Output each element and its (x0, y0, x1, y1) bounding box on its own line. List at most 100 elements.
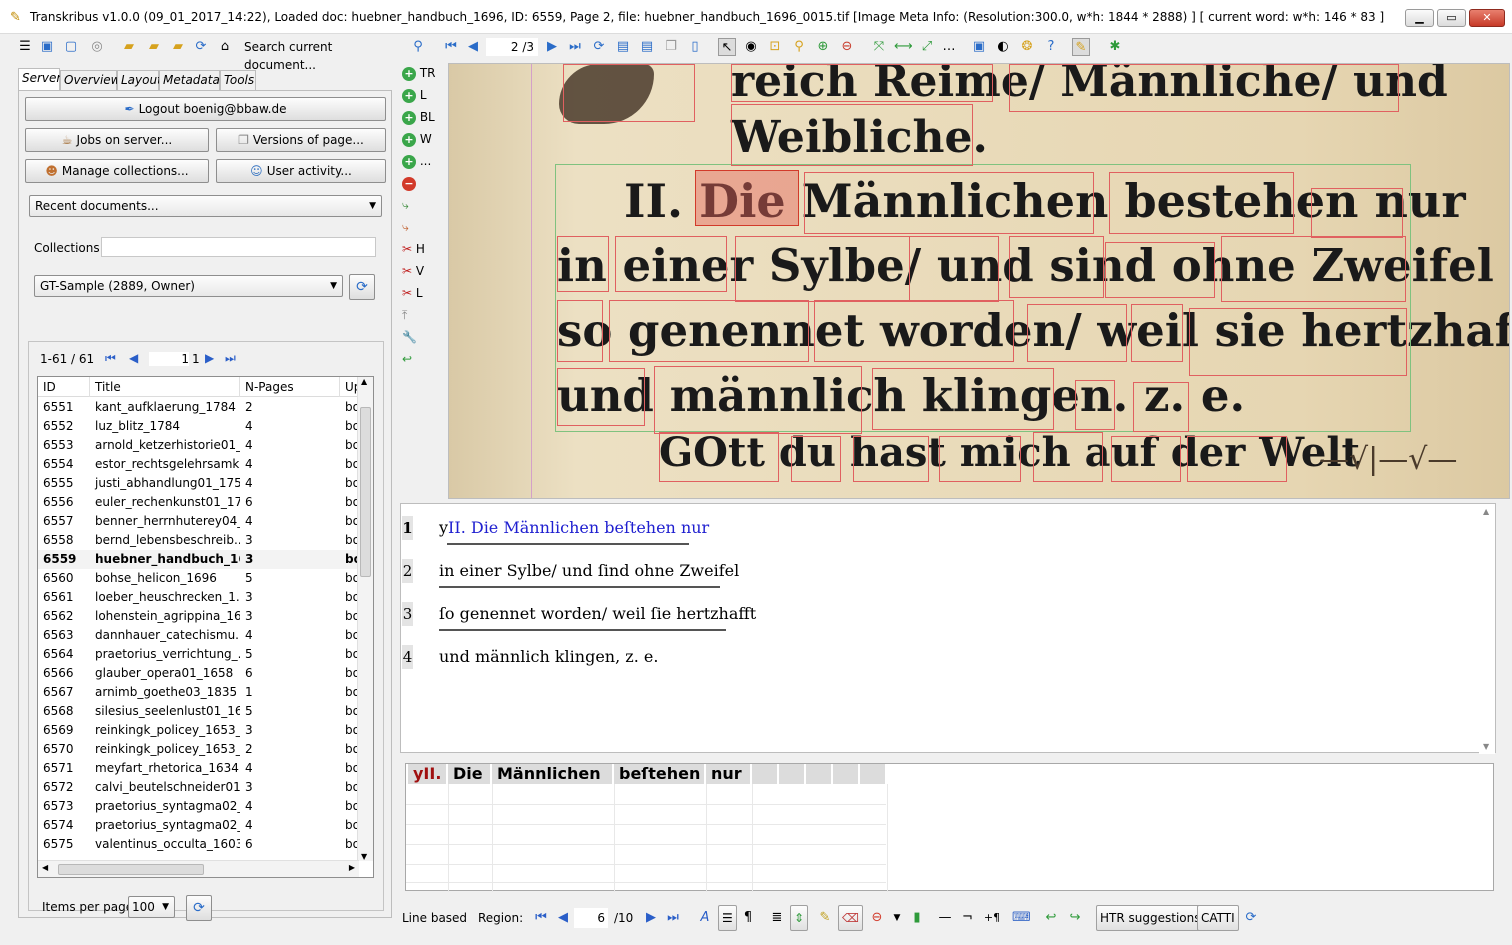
screen-icon[interactable]: ▢ (62, 38, 80, 56)
word-box[interactable] (1109, 172, 1294, 234)
split-line-tool[interactable]: ✂ L (402, 284, 446, 302)
first-page-icon[interactable]: ⏮ (442, 38, 460, 56)
word-box[interactable] (557, 368, 645, 426)
word-box[interactable] (1189, 308, 1407, 376)
table-row[interactable]: 6560 bohse_helicon_1696 5 bo (38, 569, 358, 588)
eraser-toggle[interactable]: ⌫ (838, 905, 863, 931)
merge-tool[interactable]: ⤒ (402, 306, 446, 324)
word-box[interactable] (1131, 304, 1183, 362)
table-row[interactable]: 6552 luz_blitz_1784 4 bo (38, 417, 358, 436)
more-icon[interactable]: … (940, 38, 958, 56)
empty-word-cell[interactable] (779, 764, 806, 784)
align-icon[interactable]: ≣ (770, 907, 784, 929)
undo-tool[interactable]: ↩ (402, 350, 446, 368)
word-box[interactable] (1311, 188, 1403, 238)
table-row[interactable]: 6562 lohenstein_agrippina_16... 3 bo (38, 607, 358, 626)
vertical-move-toggle[interactable]: ⇕ (790, 905, 809, 931)
refresh-documents-button[interactable]: ⟳ (186, 895, 212, 921)
empty-word-cell[interactable] (860, 764, 887, 784)
table-row[interactable]: 6559 huebner_handbuch_16... 3 bo (38, 550, 358, 569)
vertical-scrollbar[interactable]: ▲ ▼ (357, 377, 373, 861)
word-box[interactable] (735, 236, 910, 302)
word-box[interactable] (814, 300, 1014, 362)
last-region-icon[interactable]: ⏭ (666, 907, 680, 929)
table-row[interactable]: 6558 bernd_lebensbeschreib... 3 bo (38, 531, 358, 550)
menu-icon[interactable]: ☰ (16, 38, 34, 56)
selected-word-box[interactable] (695, 170, 799, 226)
edit-icon[interactable]: ✎ (1072, 38, 1090, 56)
contrast-icon[interactable]: ◐ (994, 38, 1012, 56)
search-icon[interactable]: ⚲ (409, 38, 427, 56)
add-text-region-tool[interactable]: + TR (402, 64, 446, 82)
split-horizontal-tool[interactable]: ✂ H (402, 240, 446, 258)
first-region-icon[interactable]: ⏮ (534, 907, 548, 929)
prev-page-icon[interactable]: ◀ (464, 38, 482, 56)
word-box[interactable] (1009, 236, 1104, 298)
word-box[interactable] (1075, 380, 1115, 430)
page-image-viewer[interactable]: reich Reime/ Männliche/ und Weibliche. I… (448, 63, 1510, 499)
table-row[interactable]: 6571 meyfart_rhetorica_1634 4 bo (38, 759, 358, 778)
remove-shape-tool[interactable]: − (402, 174, 446, 192)
fit-page-icon[interactable]: ⤧ (870, 38, 888, 56)
region-number-field[interactable]: 6 (574, 908, 608, 928)
table-row[interactable]: 6573 praetorius_syntagma02_... 4 bo (38, 797, 358, 816)
copy-icon[interactable]: ❐ (662, 38, 680, 56)
tab-tools[interactable]: Tools (220, 70, 256, 90)
transcription-line-2[interactable]: in einer Sylbe/ und ſind ohne Zweifel (439, 561, 739, 580)
horizontal-scrollbar[interactable]: ◀ ▶ (38, 860, 359, 877)
prev-region-icon[interactable]: ◀ (556, 907, 570, 929)
page-number-field[interactable]: 2 /3 (486, 38, 538, 56)
table-row[interactable]: 6568 silesius_seelenlust01_1657 5 bo (38, 702, 358, 721)
zoom-region-icon[interactable]: ⊡ (766, 38, 784, 56)
table-row[interactable]: 6555 justi_abhandlung01_1758 4 bo (38, 474, 358, 493)
word-box[interactable] (804, 172, 1094, 234)
split-vertical-tool[interactable]: ✂ V (402, 262, 446, 280)
add-point-tool[interactable]: ⤷ (402, 196, 446, 214)
word-box[interactable] (731, 64, 993, 102)
table-row[interactable]: 6556 euler_rechenkunst01_17... 6 bo (38, 493, 358, 512)
word-box[interactable] (563, 64, 695, 122)
folder-export-icon[interactable]: ▰ (169, 38, 187, 56)
collections-filter-input[interactable] (101, 237, 376, 257)
prev-page-icon[interactable]: ◀ (129, 351, 138, 365)
word-box[interactable] (1027, 304, 1127, 362)
plus-pilcrow-icon[interactable]: +¶ (982, 907, 1002, 929)
word-box[interactable] (1133, 382, 1189, 432)
scroll-left-icon[interactable]: ◀ (42, 863, 48, 872)
table-row[interactable]: 6572 calvi_beutelschneider01... 3 bo (38, 778, 358, 797)
palette-icon[interactable]: ❂ (1018, 38, 1036, 56)
scroll-right-icon[interactable]: ▶ (349, 863, 355, 872)
eye-icon[interactable]: ◉ (742, 38, 760, 56)
folder-add-icon[interactable]: ▰ (145, 38, 163, 56)
keyboard-icon[interactable]: ⌨ (1012, 907, 1031, 929)
word-box[interactable] (791, 436, 841, 482)
window-icon[interactable]: ▣ (970, 38, 988, 56)
tab-overview[interactable]: Overview (60, 70, 121, 90)
font-icon[interactable]: A (698, 907, 712, 929)
stop-icon[interactable]: ⊖ (870, 907, 884, 929)
jobs-button[interactable]: ☕ Jobs on server... (25, 128, 209, 152)
folder-icon[interactable]: ▰ (120, 38, 138, 56)
save-icon[interactable]: ▤ (614, 38, 632, 56)
col-npages[interactable]: N-Pages (240, 377, 340, 397)
word-box[interactable] (1033, 432, 1103, 482)
col-uploader[interactable]: Up (340, 377, 358, 397)
table-row[interactable]: 6553 arnold_ketzerhistorie01_... 4 bo (38, 436, 358, 455)
recent-documents-select[interactable]: Recent documents... ▼ (29, 195, 382, 217)
empty-word-cell[interactable] (752, 764, 779, 784)
fit-height-icon[interactable]: ⤢ (918, 38, 936, 56)
scroll-thumb[interactable] (360, 407, 371, 577)
zoom-icon[interactable]: ⚲ (790, 38, 808, 56)
table-row[interactable]: 6554 estor_rechtsgelehrsamk... 4 bo (38, 455, 358, 474)
word-box[interactable] (659, 432, 779, 482)
table-row[interactable]: 6564 praetorius_verrichtung_... 5 bo (38, 645, 358, 664)
pen-icon[interactable]: ✎ (818, 907, 832, 929)
add-word-tool[interactable]: + W (402, 130, 446, 148)
catti-button[interactable]: CATTI (1197, 905, 1239, 931)
collection-select[interactable]: GT-Sample (2889, Owner) ▼ (34, 275, 343, 297)
table-row[interactable]: 6561 loeber_heuschrecken_1... 3 bo (38, 588, 358, 607)
undo-icon[interactable]: ↩ (1044, 907, 1058, 929)
add-line-tool[interactable]: + L (402, 86, 446, 104)
word-box[interactable] (1187, 436, 1287, 482)
empty-word-cell[interactable] (806, 764, 833, 784)
